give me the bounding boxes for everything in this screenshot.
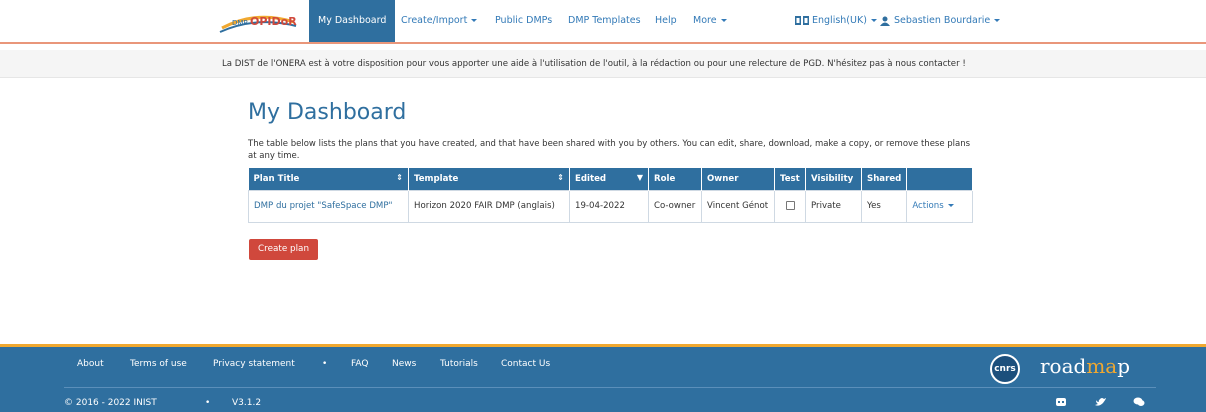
svg-text:OPIDoR: OPIDoR: [250, 15, 297, 28]
user-menu[interactable]: Sebastien Bourdarie: [880, 0, 1001, 42]
cnrs-logo[interactable]: cnrs: [990, 354, 1020, 384]
language-selector[interactable]: English(UK): [795, 0, 877, 42]
sort-desc-icon[interactable]: ▼: [637, 173, 643, 182]
column-header-owner: Owner: [701, 168, 775, 190]
caret-down-icon: [947, 204, 954, 207]
edited-cell: 19-04-2022: [569, 189, 649, 223]
nav-more[interactable]: More: [693, 0, 727, 42]
intro-text: The table below lists the plans that you…: [248, 139, 971, 161]
caret-down-icon: [720, 19, 727, 22]
nav-dmp-templates[interactable]: DMP Templates: [568, 0, 641, 42]
column-header-template[interactable]: Template ⇕: [408, 168, 570, 190]
nav-public-dmps[interactable]: Public DMPs: [495, 0, 552, 42]
nav-create-import[interactable]: Create/Import: [401, 0, 478, 42]
template-cell: Horizon 2020 FAIR DMP (anglais): [408, 189, 570, 223]
nav-my-dashboard[interactable]: My Dashboard: [309, 0, 396, 42]
plan-title-link[interactable]: DMP du projet "SafeSpace DMP": [254, 201, 393, 211]
footer-link-faq[interactable]: FAQ: [351, 359, 368, 369]
plan-title-cell[interactable]: DMP du projet "SafeSpace DMP": [248, 189, 409, 223]
column-header-edited[interactable]: Edited ▼: [569, 168, 649, 190]
top-navbar: DMP OPIDoR My Dashboard Create/Import Pu…: [0, 0, 1206, 44]
roadmap-logo[interactable]: roadmap: [1040, 354, 1130, 378]
caret-down-icon: [994, 19, 1001, 22]
footer-link-privacy[interactable]: Privacy statement: [213, 359, 295, 369]
notice-text: La DIST de l'ONERA est à votre dispositi…: [222, 59, 966, 69]
column-header-visibility: Visibility: [805, 168, 862, 190]
info-notice-bar: La DIST de l'ONERA est à votre dispositi…: [0, 50, 1206, 78]
column-header-shared: Shared: [861, 168, 908, 190]
flag-icon: [795, 16, 809, 25]
column-header-test: Test: [774, 168, 806, 190]
actions-cell: Actions: [906, 189, 974, 223]
column-header-actions: [906, 168, 974, 190]
table-header-row: Plan Title ⇕ Template ⇕ Edited ▼ Role Owner…: [248, 168, 974, 190]
footer-separator-dot: •: [322, 359, 328, 369]
github-icon[interactable]: [1054, 397, 1068, 409]
footer-link-tutorials[interactable]: Tutorials: [440, 359, 478, 369]
actions-dropdown[interactable]: Actions: [912, 201, 954, 211]
column-header-role: Role: [648, 168, 702, 190]
caret-down-icon: [870, 19, 877, 22]
column-header-plan-title[interactable]: Plan Title ⇕: [248, 168, 409, 190]
footer-divider: [64, 387, 1156, 388]
plans-table: Plan Title ⇕ Template ⇕ Edited ▼ Role Owner…: [248, 168, 974, 223]
footer-link-contact[interactable]: Contact Us: [501, 359, 550, 369]
shared-cell: Yes: [860, 189, 908, 223]
caret-down-icon: [471, 19, 478, 22]
footer-separator-dot: •: [205, 398, 211, 408]
sort-icon[interactable]: ⇕: [557, 173, 564, 182]
chat-icon[interactable]: [1132, 397, 1146, 409]
owner-cell: Vincent Génot: [701, 189, 775, 223]
user-icon: [880, 16, 890, 26]
footer-link-news[interactable]: News: [392, 359, 416, 369]
twitter-icon[interactable]: [1094, 397, 1108, 409]
table-row: DMP du projet "SafeSpace DMP" Horizon 20…: [248, 189, 974, 223]
role-cell: Co-owner: [648, 189, 702, 223]
footer-link-terms[interactable]: Terms of use: [130, 359, 187, 369]
footer: About Terms of use Privacy statement • F…: [0, 344, 1206, 412]
version-text: V3.1.2: [232, 398, 262, 408]
svg-text:DMP: DMP: [232, 19, 248, 27]
nav-help[interactable]: Help: [655, 0, 677, 42]
page-title: My Dashboard: [248, 100, 407, 125]
dmp-opidor-logo[interactable]: DMP OPIDoR: [216, 8, 298, 38]
test-checkbox[interactable]: [785, 201, 795, 210]
copyright-text: © 2016 - 2022 INIST: [64, 398, 157, 408]
visibility-cell: Private: [805, 189, 862, 223]
footer-link-about[interactable]: About: [77, 359, 104, 369]
test-cell: [774, 189, 806, 223]
create-plan-button[interactable]: Create plan: [249, 239, 319, 260]
sort-icon[interactable]: ⇕: [396, 173, 403, 182]
